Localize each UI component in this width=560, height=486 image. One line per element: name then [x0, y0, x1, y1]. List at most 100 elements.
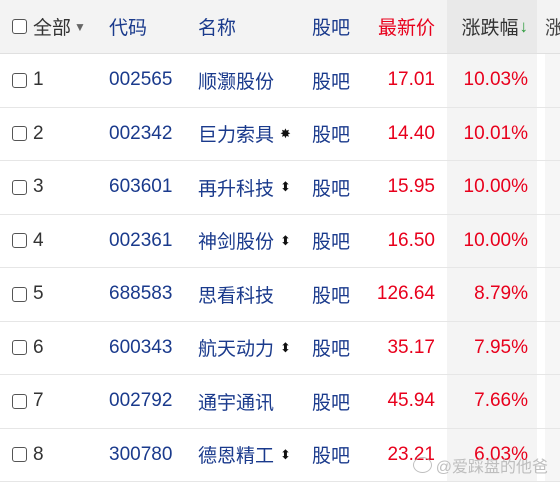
latest-price: 16.50 [387, 229, 435, 251]
margin-trading-icon: ⬍ [280, 232, 291, 248]
table-row[interactable]: 7 002792 通宇通讯 股吧 45.94 7.66% [0, 375, 560, 429]
header-change-label: 涨跌幅 [461, 18, 519, 39]
row-select[interactable]: 8 [12, 429, 44, 482]
row-index: 8 [33, 443, 44, 465]
table-row[interactable]: 5 688583 思看科技 股吧 126.64 8.79% [0, 268, 560, 322]
row-select[interactable]: 3 [12, 161, 44, 214]
stock-name-cell: 航天动力 ⬍ [198, 322, 291, 375]
stock-forum-link[interactable]: 股吧 [312, 54, 350, 107]
select-all-label: 全部 [33, 18, 72, 39]
stock-name-cell: 巨力索具 ✸ [198, 108, 291, 161]
row-checkbox[interactable] [12, 72, 27, 88]
header-code[interactable]: 代码 [109, 0, 147, 53]
weibo-logo-icon [412, 457, 432, 473]
dropdown-triangle-icon[interactable]: ▼ [74, 20, 86, 34]
stock-forum-link[interactable]: 股吧 [312, 215, 350, 268]
table-row[interactable]: 1 002565 顺灏股份 股吧 17.01 10.03% [0, 54, 560, 108]
next-column-cell [545, 268, 560, 321]
change-percent: 8.79% [447, 268, 537, 321]
change-percent: 10.03% [447, 54, 537, 107]
row-checkbox[interactable] [12, 447, 27, 463]
stock-name-link[interactable]: 德恩精工 [198, 441, 274, 468]
row-select[interactable]: 1 [12, 54, 44, 107]
table-header: 全部 ▼ 代码 名称 股吧 最新价 涨跌幅 ↓ 涨 [0, 0, 560, 54]
stock-code-link[interactable]: 600343 [109, 322, 172, 375]
table-row[interactable]: 2 002342 巨力索具 ✸ 股吧 14.40 10.01% [0, 107, 560, 161]
select-all-checkbox[interactable] [12, 19, 27, 34]
stock-code-link[interactable]: 002565 [109, 54, 172, 107]
latest-price: 17.01 [387, 69, 435, 91]
stock-code-link[interactable]: 002792 [109, 375, 172, 428]
row-select[interactable]: 7 [12, 375, 44, 428]
stock-code-link[interactable]: 603601 [109, 161, 172, 214]
margin-trading-icon: ⬍ [280, 446, 291, 462]
row-checkbox[interactable] [12, 233, 27, 249]
header-change[interactable]: 涨跌幅 ↓ [447, 0, 537, 53]
header-next-column[interactable]: 涨 [545, 0, 560, 53]
stock-forum-link[interactable]: 股吧 [312, 429, 350, 482]
table-row[interactable]: 6 600343 航天动力 ⬍ 股吧 35.17 7.95% [0, 321, 560, 375]
table-row[interactable]: 4 002361 神剑股份 ⬍ 股吧 16.50 10.00% [0, 214, 560, 268]
stock-name-link[interactable]: 再升科技 [198, 174, 274, 201]
stock-forum-link[interactable]: 股吧 [312, 268, 350, 321]
table-row[interactable]: 3 603601 再升科技 ⬍ 股吧 15.95 10.00% [0, 161, 560, 215]
stock-code-link[interactable]: 002361 [109, 215, 172, 268]
row-select[interactable]: 6 [12, 322, 44, 375]
stock-name-link[interactable]: 神剑股份 [198, 227, 274, 254]
next-column-cell [545, 107, 560, 160]
row-index: 7 [33, 390, 44, 412]
row-index: 4 [33, 229, 44, 251]
next-column-cell [545, 161, 560, 214]
row-checkbox[interactable] [12, 179, 27, 195]
margin-trading-icon: ⬍ [280, 339, 291, 355]
stock-table: 全部 ▼ 代码 名称 股吧 最新价 涨跌幅 ↓ 涨 1 002565 顺灏股份 股吧 1… [0, 0, 560, 482]
next-column-cell [545, 54, 560, 107]
select-all-control[interactable]: 全部 ▼ [12, 0, 86, 53]
star-burst-icon: ✸ [280, 125, 291, 141]
stock-code-link[interactable]: 300780 [109, 429, 172, 482]
stock-forum-link[interactable]: 股吧 [312, 375, 350, 428]
change-percent: 7.95% [447, 321, 537, 374]
row-index: 2 [33, 122, 44, 144]
sort-desc-icon[interactable]: ↓ [520, 17, 529, 37]
stock-code-link[interactable]: 002342 [109, 108, 172, 161]
stock-name-cell: 再升科技 ⬍ [198, 161, 291, 214]
stock-forum-link[interactable]: 股吧 [312, 108, 350, 161]
change-percent: 10.01% [447, 107, 537, 160]
row-index: 5 [33, 283, 44, 305]
next-column-cell [545, 375, 560, 428]
stock-name-link[interactable]: 顺灏股份 [198, 67, 274, 94]
stock-name-link[interactable]: 思看科技 [198, 281, 274, 308]
row-checkbox[interactable] [12, 340, 27, 356]
stock-forum-link[interactable]: 股吧 [312, 161, 350, 214]
header-name[interactable]: 名称 [198, 0, 236, 53]
row-index: 1 [33, 69, 44, 91]
latest-price: 126.64 [376, 283, 435, 305]
row-checkbox[interactable] [12, 393, 27, 409]
next-column-cell [545, 321, 560, 374]
change-percent: 10.00% [447, 161, 537, 214]
stock-code-link[interactable]: 688583 [109, 268, 172, 321]
stock-name-link[interactable]: 巨力索具 [198, 120, 274, 147]
stock-name-link[interactable]: 通宇通讯 [198, 388, 274, 415]
latest-price: 35.17 [387, 336, 435, 358]
stock-name-cell: 德恩精工 ⬍ [198, 429, 291, 482]
row-checkbox[interactable] [12, 286, 27, 302]
row-index: 6 [33, 336, 44, 358]
stock-name-cell: 思看科技 [198, 268, 274, 321]
row-select[interactable]: 4 [12, 215, 44, 268]
row-index: 3 [33, 176, 44, 198]
row-select[interactable]: 2 [12, 108, 44, 161]
header-ba: 股吧 [312, 18, 351, 39]
header-price[interactable]: 最新价 [360, 0, 435, 53]
row-checkbox[interactable] [12, 126, 27, 142]
stock-name-link[interactable]: 航天动力 [198, 334, 274, 361]
next-column-cell [545, 214, 560, 267]
latest-price: 45.94 [387, 390, 435, 412]
watermark-text: @爱踩盘的他爸 [435, 459, 548, 476]
watermark: @爱踩盘的他爸 [412, 453, 548, 477]
row-select[interactable]: 5 [12, 268, 44, 321]
stock-name-cell: 顺灏股份 [198, 54, 274, 107]
stock-forum-link[interactable]: 股吧 [312, 322, 350, 375]
change-percent: 10.00% [447, 214, 537, 267]
